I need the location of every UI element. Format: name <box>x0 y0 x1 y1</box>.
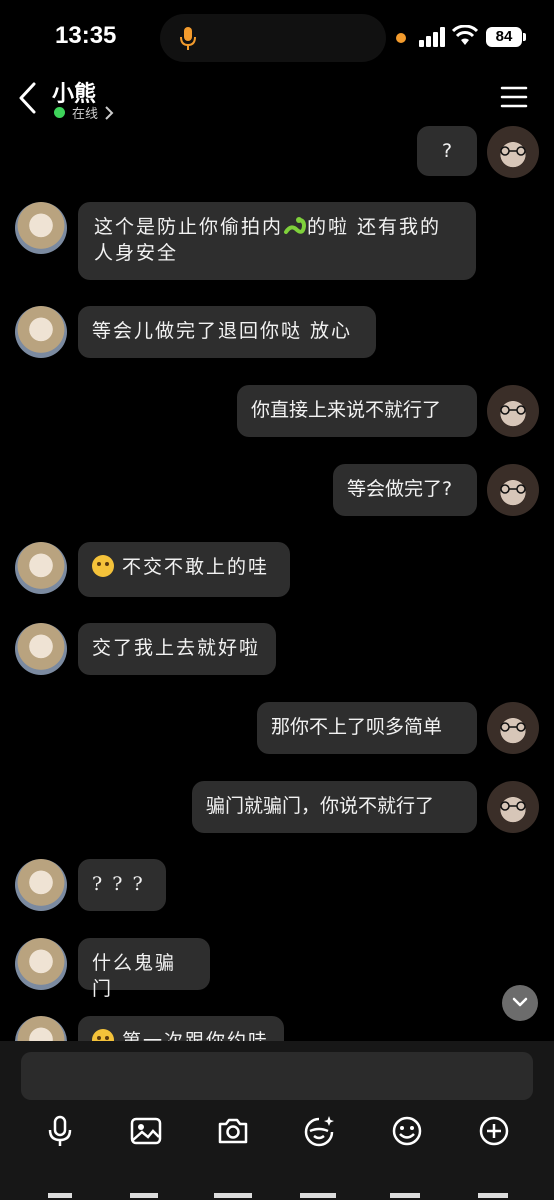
message-bubble[interactable]: ? <box>417 126 477 176</box>
message-bubble[interactable]: 第一次跟你约哇 <box>78 1016 284 1041</box>
my-avatar[interactable] <box>487 126 539 178</box>
laughing-emoji-icon <box>92 555 114 577</box>
snake-emoji-icon <box>284 217 307 234</box>
chevron-right-icon[interactable] <box>104 106 114 120</box>
sticker-button[interactable] <box>301 1113 337 1149</box>
menu-icon[interactable] <box>500 84 528 110</box>
emoji-button[interactable] <box>389 1113 425 1149</box>
glasses-graphic <box>500 405 526 415</box>
message-bubble[interactable]: 交了我上去就好啦 <box>78 623 276 675</box>
cellular-signal-icon <box>419 27 445 47</box>
dynamic-island <box>160 14 386 62</box>
message-bubble[interactable]: 那你不上了呗多简单 <box>257 702 477 754</box>
message-text-part-1: 这个是防止你偷拍内 <box>94 216 284 238</box>
chat-header: 小熊 在线 <box>0 70 554 126</box>
status-bar: 13:35 84 <box>0 0 554 70</box>
battery-level: 84 <box>486 27 522 47</box>
message-bubble[interactable]: 你直接上来说不就行了 <box>237 385 477 437</box>
chevron-down-icon <box>512 997 528 1007</box>
plus-icon <box>479 1116 509 1146</box>
privacy-indicator-dot <box>396 33 406 43</box>
message-text: 不交不敢上的哇 <box>122 556 270 578</box>
voice-button[interactable] <box>42 1113 78 1149</box>
message-text: ? ? ? <box>92 873 145 895</box>
message-input[interactable] <box>21 1052 533 1100</box>
cropped-labels-strip <box>48 1193 508 1198</box>
glasses-graphic <box>500 722 526 732</box>
message-bubble[interactable]: 骗门就骗门，你说不就行了 <box>192 781 477 833</box>
my-avatar[interactable] <box>487 781 539 833</box>
image-button[interactable] <box>128 1113 164 1149</box>
message-list[interactable]: ? 这个是防止你偷拍内 的啦 还有我的人身安全 等会儿做完了退回你哒 放心 你直接… <box>0 126 554 1041</box>
message-text: 等会做完了? <box>347 478 453 500</box>
status-time: 13:35 <box>55 22 117 49</box>
composer <box>0 1041 554 1200</box>
contact-avatar[interactable] <box>15 202 67 254</box>
contact-avatar[interactable] <box>15 542 67 594</box>
emoji-icon <box>392 1116 422 1146</box>
back-arrow-icon[interactable] <box>16 80 40 116</box>
message-text: 你直接上来说不就行了 <box>251 399 442 421</box>
laughing-emoji-icon <box>92 1029 114 1041</box>
message-text: 那你不上了呗多简单 <box>271 716 443 738</box>
online-status-text[interactable]: 在线 <box>72 103 98 122</box>
my-avatar[interactable] <box>487 385 539 437</box>
message-text: 第一次跟你约哇 <box>122 1030 270 1041</box>
message-bubble[interactable]: 等会做完了? <box>333 464 477 516</box>
camera-button[interactable] <box>215 1113 251 1149</box>
message-bubble[interactable]: 不交不敢上的哇 <box>78 542 290 597</box>
microphone-indicator-icon <box>180 27 196 50</box>
my-avatar[interactable] <box>487 702 539 754</box>
message-bubble[interactable]: 这个是防止你偷拍内 的啦 还有我的人身安全 <box>78 202 476 280</box>
contact-avatar[interactable] <box>15 623 67 675</box>
message-text: 等会儿做完了退回你哒 放心 <box>92 320 353 342</box>
message-bubble[interactable]: 什么鬼骗门 <box>78 938 210 1000</box>
contact-avatar[interactable] <box>15 859 67 911</box>
image-icon <box>130 1117 162 1145</box>
scroll-to-bottom-button[interactable] <box>502 985 538 1021</box>
more-button[interactable] <box>476 1113 512 1149</box>
glasses-graphic <box>500 801 526 811</box>
sticker-icon <box>304 1116 334 1147</box>
my-avatar[interactable] <box>487 464 539 516</box>
camera-icon <box>218 1118 248 1144</box>
contact-avatar[interactable] <box>15 938 67 990</box>
message-text: 骗门就骗门，你说不就行了 <box>206 795 435 817</box>
glasses-graphic <box>500 484 526 494</box>
message-bubble[interactable]: ? ? ? <box>78 859 166 911</box>
message-text: 什么鬼骗门 <box>92 952 177 1000</box>
message-bubble[interactable]: 等会儿做完了退回你哒 放心 <box>78 306 376 358</box>
online-status-dot <box>54 107 65 118</box>
glasses-graphic <box>500 146 526 156</box>
mic-icon <box>48 1115 72 1146</box>
battery-cap <box>523 33 526 41</box>
contact-avatar[interactable] <box>15 1016 67 1041</box>
message-text: ? <box>441 140 453 162</box>
wifi-icon <box>452 25 478 45</box>
contact-avatar[interactable] <box>15 306 67 358</box>
message-text: 交了我上去就好啦 <box>92 637 261 659</box>
